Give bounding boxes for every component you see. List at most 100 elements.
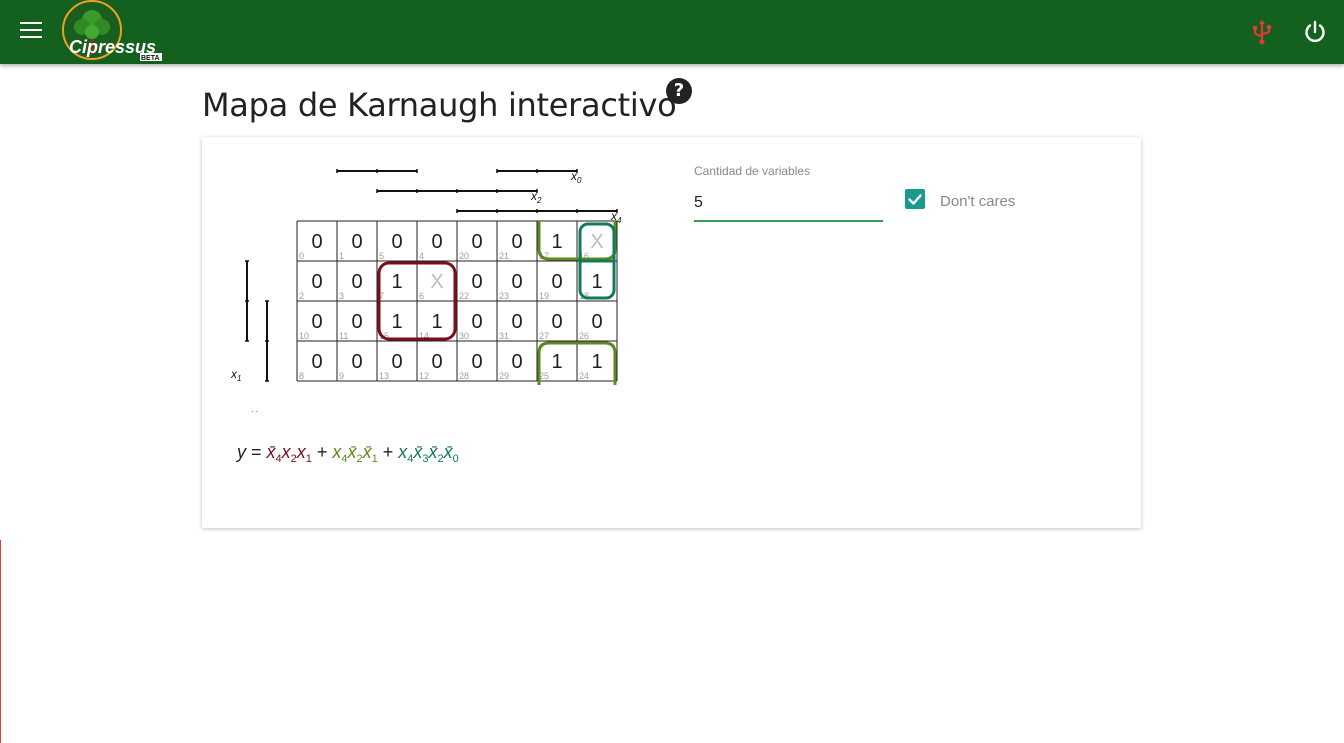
cell-value: 0: [511, 231, 522, 253]
cell-value: 0: [311, 351, 322, 373]
kmap-cell[interactable]: 010: [297, 301, 337, 341]
cell-value: 0: [431, 351, 442, 373]
cell-value: 1: [431, 311, 442, 333]
cell-index: 22: [459, 291, 469, 301]
kmap-cell[interactable]: 027: [537, 301, 577, 341]
cell-value: 1: [591, 271, 602, 293]
kmap-cell[interactable]: 026: [577, 301, 617, 341]
window-edge: [0, 540, 1, 743]
cell-index: 8: [299, 371, 304, 381]
kmap-cell[interactable]: 019: [537, 261, 577, 301]
variables-count-input[interactable]: [694, 186, 883, 222]
kmap-cell[interactable]: 04: [417, 221, 457, 261]
app-bar: Cipressus BETA: [0, 0, 1344, 64]
cell-value: 1: [551, 231, 562, 253]
cell-index: 23: [499, 291, 509, 301]
cell-value: 1: [391, 271, 402, 293]
cell-value: X: [430, 271, 443, 293]
cell-value: 1: [551, 351, 562, 373]
kmap-cell[interactable]: 012: [417, 341, 457, 381]
cell-index: 11: [339, 331, 348, 341]
cell-index: 31: [499, 331, 509, 341]
kmap-cell[interactable]: 115: [377, 301, 417, 341]
cell-value: 0: [511, 271, 522, 293]
variables-count-label: Cantidad de variables: [694, 164, 811, 178]
cell-index: 25: [539, 371, 549, 381]
kmap-cell[interactable]: 028: [457, 341, 497, 381]
cell-index: 26: [579, 331, 589, 341]
cell-index: 13: [379, 371, 389, 381]
kmap-cell[interactable]: 08: [297, 341, 337, 381]
karnaugh-map: 00010504020021117X16020317X6022023019118…: [230, 169, 622, 412]
kmap-cell[interactable]: 125: [537, 341, 577, 381]
cell-value: 0: [391, 231, 402, 253]
kmap-cell[interactable]: 031: [497, 301, 537, 341]
cell-value: 0: [311, 271, 322, 293]
equation-text: y = x̄4​x2​x1​ + x4​x̄2​x̄1​ + x4​x̄3​x̄…: [235, 442, 459, 465]
power-icon[interactable]: [1302, 19, 1328, 45]
page-title: Mapa de Karnaugh interactivo: [202, 86, 677, 124]
kmap-cell[interactable]: 00: [297, 221, 337, 261]
kmap-cell[interactable]: 05: [377, 221, 417, 261]
cell-index: 0: [299, 251, 304, 261]
variable-label-x0: x0: [570, 169, 582, 185]
kmap-cell[interactable]: 01: [337, 221, 377, 261]
kmap-cell[interactable]: 021: [497, 221, 537, 261]
variable-label-x2: x2: [530, 189, 542, 205]
equation: y = x̄4​x2​x1​ + x4​x̄2​x̄1​ + x4​x̄3​x̄…: [235, 442, 459, 465]
cell-index: 24: [579, 371, 589, 381]
kmap-cell[interactable]: 114: [417, 301, 457, 341]
kmap-cell[interactable]: 117: [537, 221, 577, 261]
kmap-cell[interactable]: 023: [497, 261, 537, 301]
check-icon: [908, 194, 922, 205]
cell-value: 0: [311, 231, 322, 253]
usb-icon[interactable]: [1248, 18, 1276, 46]
cell-value: 0: [471, 231, 482, 253]
kmap-cell[interactable]: 020: [457, 221, 497, 261]
kmap-cell[interactable]: 011: [337, 301, 377, 341]
beta-badge: BETA: [141, 55, 160, 62]
cell-index: 2: [299, 291, 304, 301]
cell-value: 0: [591, 311, 602, 333]
cell-index: 27: [539, 331, 549, 341]
kmap-cell[interactable]: 124: [577, 341, 617, 381]
menu-icon[interactable]: [20, 22, 42, 40]
kmap-cell[interactable]: 02: [297, 261, 337, 301]
kmap-cell[interactable]: 17: [377, 261, 417, 301]
cell-index: 3: [339, 291, 344, 301]
kmap-cells: 00010504020021117X16020317X6022023019118…: [297, 221, 617, 381]
cell-value: 1: [391, 311, 402, 333]
cell-value: 0: [471, 271, 482, 293]
kmap-cell[interactable]: 013: [377, 341, 417, 381]
kmap-cell[interactable]: 030: [457, 301, 497, 341]
cell-index: 30: [459, 331, 469, 341]
variable-label-x3: x3: [250, 407, 262, 412]
dontcares-checkbox[interactable]: [905, 189, 925, 209]
cell-index: 1: [339, 251, 344, 261]
cell-index: 21: [499, 251, 509, 261]
dontcares-label: Don't cares: [940, 193, 1016, 210]
cell-value: 0: [351, 351, 362, 373]
cell-value: 0: [471, 311, 482, 333]
cell-value: 0: [431, 231, 442, 253]
cell-index: 10: [299, 331, 309, 341]
app-logo[interactable]: Cipressus BETA: [60, 0, 168, 64]
cell-value: 0: [511, 351, 522, 373]
cell-value: 0: [311, 311, 322, 333]
cell-index: 20: [459, 251, 469, 261]
cell-value: 0: [511, 311, 522, 333]
kmap-cell[interactable]: 029: [497, 341, 537, 381]
kmap-cell[interactable]: 09: [337, 341, 377, 381]
help-icon[interactable]: ?: [666, 78, 692, 104]
cell-index: 29: [499, 371, 509, 381]
cell-value: 1: [591, 351, 602, 373]
cell-index: 5: [379, 251, 384, 261]
cell-value: 0: [351, 231, 362, 253]
cell-index: 12: [419, 371, 429, 381]
kmap-cell[interactable]: X6: [417, 261, 457, 301]
cell-value: 0: [551, 311, 562, 333]
kmap-cell[interactable]: 03: [337, 261, 377, 301]
cell-index: 9: [339, 371, 344, 381]
cell-index: 19: [539, 291, 549, 301]
kmap-cell[interactable]: 022: [457, 261, 497, 301]
